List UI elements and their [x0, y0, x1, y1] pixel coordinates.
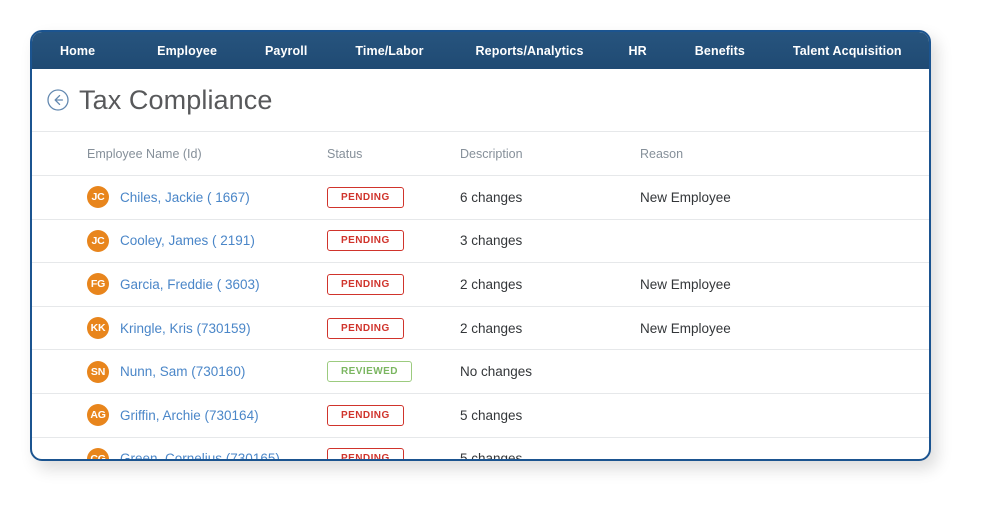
employee-name-cell: AG Griffin, Archie (730164) — [87, 404, 259, 427]
employee-name-cell: CG Green, Cornelius (730165) — [87, 447, 280, 459]
employee-name-cell: KK Kringle, Kris (730159) — [87, 317, 251, 340]
nav-item-benefits[interactable]: Benefits — [695, 44, 745, 58]
status-badge: PENDING — [327, 448, 404, 459]
tax-compliance-table: Employee Name (Id) Status Description Re… — [32, 131, 929, 461]
status-cell: PENDING — [327, 317, 404, 339]
circle-arrow-left-icon[interactable] — [46, 88, 70, 112]
description-cell: 2 changes — [460, 276, 523, 292]
column-header-status: Status — [327, 146, 363, 161]
employee-name-link[interactable]: Nunn, Sam (730160) — [120, 364, 245, 379]
status-badge: REVIEWED — [327, 361, 412, 383]
table-row[interactable]: JC Chiles, Jackie ( 1667) PENDING 6 chan… — [32, 175, 929, 219]
column-header-description: Description — [460, 146, 523, 161]
employee-name-cell: JC Chiles, Jackie ( 1667) — [87, 186, 250, 209]
status-cell: REVIEWED — [327, 361, 412, 383]
employee-name-cell: SN Nunn, Sam (730160) — [87, 360, 245, 383]
avatar: CG — [87, 447, 109, 459]
nav-item-talent-acquisition[interactable]: Talent Acquisition — [793, 44, 902, 58]
employee-name-link[interactable]: Griffin, Archie (730164) — [120, 408, 259, 423]
tax-compliance-card: Home Employee Payroll Time/Labor Reports… — [30, 30, 931, 461]
description-cell: No changes — [460, 364, 533, 380]
status-badge: PENDING — [327, 317, 404, 339]
table-row[interactable]: FG Garcia, Freddie ( 3603) PENDING 2 cha… — [32, 262, 929, 306]
employee-name-link[interactable]: Cooley, James ( 2191) — [120, 233, 255, 248]
nav-item-time-labor[interactable]: Time/Labor — [355, 44, 423, 58]
description-cell: 6 changes — [460, 189, 523, 205]
reason-cell: New Employee — [640, 276, 731, 292]
table-row[interactable]: CG Green, Cornelius (730165) PENDING 5 c… — [32, 436, 929, 461]
employee-name-link[interactable]: Kringle, Kris (730159) — [120, 321, 251, 336]
avatar: JC — [87, 229, 109, 252]
description-cell: 2 changes — [460, 320, 523, 336]
reason-cell: New Employee — [640, 189, 731, 205]
reason-cell: New Employee — [640, 320, 731, 336]
status-cell: PENDING — [327, 230, 404, 252]
table-row[interactable]: SN Nunn, Sam (730160) REVIEWED No change… — [32, 349, 929, 393]
status-cell: PENDING — [327, 186, 404, 208]
nav-item-employee[interactable]: Employee — [157, 44, 217, 58]
column-header-reason: Reason — [640, 146, 684, 161]
nav-item-payroll[interactable]: Payroll — [265, 44, 307, 58]
description-cell: 5 changes — [460, 451, 523, 461]
avatar: JC — [87, 186, 109, 209]
nav-item-reports-analytics[interactable]: Reports/Analytics — [476, 44, 584, 58]
employee-name-link[interactable]: Green, Cornelius (730165) — [120, 451, 280, 459]
employee-name-cell: FG Garcia, Freddie ( 3603) — [87, 273, 260, 296]
status-badge: PENDING — [327, 404, 404, 426]
employee-name-cell: JC Cooley, James ( 2191) — [87, 229, 255, 252]
table-header-row: Employee Name (Id) Status Description Re… — [32, 131, 929, 175]
table-row[interactable]: AG Griffin, Archie (730164) PENDING 5 ch… — [32, 392, 929, 437]
status-badge: PENDING — [327, 273, 404, 295]
avatar: FG — [87, 273, 109, 296]
avatar: AG — [87, 404, 109, 427]
avatar: KK — [87, 317, 109, 340]
status-badge: PENDING — [327, 230, 404, 252]
employee-name-link[interactable]: Chiles, Jackie ( 1667) — [120, 190, 250, 205]
status-cell: PENDING — [327, 448, 404, 459]
description-cell: 5 changes — [460, 407, 523, 423]
page-header: Tax Compliance — [32, 69, 929, 131]
main-navigation: Home Employee Payroll Time/Labor Reports… — [32, 32, 929, 69]
nav-item-home[interactable]: Home — [60, 44, 95, 58]
table-row[interactable]: KK Kringle, Kris (730159) PENDING 2 chan… — [32, 305, 929, 350]
description-cell: 3 changes — [460, 233, 523, 249]
column-header-employee-name: Employee Name (Id) — [87, 146, 202, 161]
status-badge: PENDING — [327, 186, 404, 208]
avatar: SN — [87, 360, 109, 383]
status-cell: PENDING — [327, 273, 404, 295]
table-row[interactable]: JC Cooley, James ( 2191) PENDING 3 chang… — [32, 218, 929, 263]
status-cell: PENDING — [327, 404, 404, 426]
nav-item-hr[interactable]: HR — [629, 44, 647, 58]
employee-name-link[interactable]: Garcia, Freddie ( 3603) — [120, 277, 260, 292]
page-title: Tax Compliance — [79, 84, 273, 115]
